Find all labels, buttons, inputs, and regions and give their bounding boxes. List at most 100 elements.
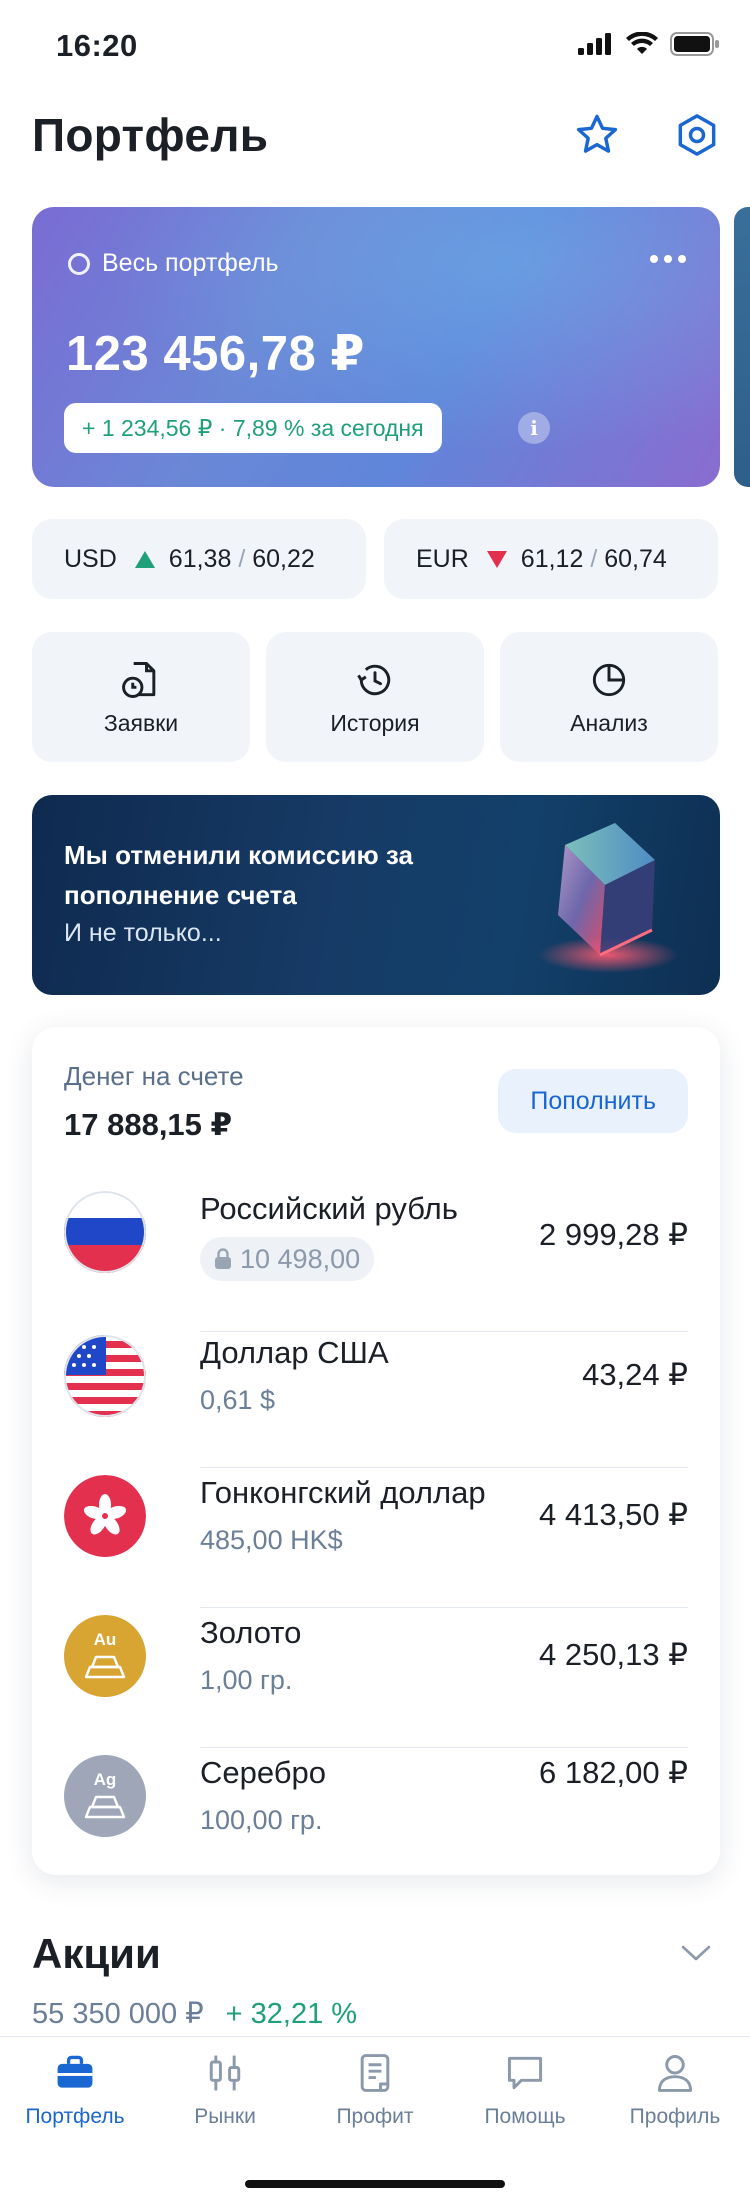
info-icon[interactable]: i <box>518 412 550 444</box>
next-portfolio-card[interactable] <box>734 207 750 487</box>
signal-icon <box>578 33 611 55</box>
currency-name: Золото <box>200 1615 302 1650</box>
fx-chip-eur[interactable]: EUR 61,12 / 60,74 <box>384 519 718 599</box>
usa-flag-icon <box>64 1335 146 1417</box>
blocked-amount: 10 498,00 <box>200 1237 375 1281</box>
tab-profile[interactable]: Профиль <box>600 2051 750 2129</box>
orders-button[interactable]: Заявки <box>32 632 250 762</box>
currency-balance: 100,00 гр. <box>200 1805 323 1835</box>
currency-name: Серебро <box>200 1755 326 1790</box>
promo-title: Мы отменили комиссию за пополнение счета <box>64 840 413 910</box>
currency-row-gold[interactable]: Au Золото 1,00 гр. 4 250,13 ₽ <box>64 1615 688 1748</box>
analysis-button[interactable]: Анализ <box>500 632 718 762</box>
status-time: 16:20 <box>56 28 138 63</box>
currency-row-hkd[interactable]: Гонконгский доллар 485,00 HK$ 4 413,50 ₽ <box>64 1475 688 1608</box>
stocks-summary: 55 350 000 ₽ + 32,21 % <box>32 1996 357 2031</box>
fx-code: USD <box>64 544 117 573</box>
currency-row-silver[interactable]: Ag Серебро 100,00 гр. 6 182,00 ₽ <box>64 1755 688 1855</box>
dot-icon <box>664 255 672 263</box>
currency-row-rub[interactable]: Российский рубль 10 498,00 2 999,28 ₽ <box>64 1191 688 1332</box>
currency-name: Гонконгский доллар <box>200 1475 486 1510</box>
fx-code: EUR <box>416 544 469 573</box>
battery-icon <box>670 32 719 56</box>
person-icon <box>657 2055 693 2092</box>
tab-label: Профит <box>336 2105 414 2128</box>
currency-amount: 43,24 ₽ <box>582 1357 688 1392</box>
divider <box>200 1607 688 1608</box>
promo-subtitle: И не только... <box>64 919 222 947</box>
status-bar: 16:20 <box>0 0 750 90</box>
arrow-up-icon <box>134 550 155 568</box>
dot-icon <box>650 255 658 263</box>
currency-amount: 4 250,13 ₽ <box>538 1637 688 1672</box>
russia-flag-icon <box>64 1191 146 1273</box>
tab-bar: Портфель Рынки Профит Помощь Профиль <box>0 2036 750 2204</box>
stocks-value: 55 350 000 ₽ <box>32 1998 204 2030</box>
tab-portfolio[interactable]: Портфель <box>0 2051 150 2129</box>
gold-bar-icon: Au <box>64 1615 146 1697</box>
svg-text:Ag: Ag <box>94 1770 117 1789</box>
currency-balance: 485,00 HK$ <box>200 1525 343 1555</box>
header: Портфель <box>32 100 722 170</box>
pie-chart-icon <box>592 663 626 696</box>
chat-bubble-icon <box>507 2056 543 2090</box>
divider <box>200 1747 688 1748</box>
favorite-button[interactable] <box>572 110 622 160</box>
glass-cube-illustration <box>538 823 678 973</box>
cash-balance-label: Денег на счете <box>64 1061 244 1091</box>
history-button[interactable]: История <box>266 632 484 762</box>
portfolio-total: 123 456,78 ₽ <box>66 327 365 381</box>
tab-profit[interactable]: Профит <box>300 2051 450 2129</box>
status-icons <box>578 32 720 56</box>
briefcase-icon <box>57 2055 93 2088</box>
divider <box>200 1331 688 1332</box>
currency-amount: 2 999,28 ₽ <box>538 1217 688 1252</box>
currency-name: Доллар США <box>200 1335 389 1370</box>
fx-rates: USD 61,38 / 60,22 EUR 61,12 / 60,74 <box>0 519 750 599</box>
lock-icon <box>215 1248 231 1269</box>
tab-label: Помощь <box>484 2105 566 2128</box>
currency-balance: 1,00 гр. <box>200 1665 293 1695</box>
arrow-down-icon <box>486 550 507 568</box>
history-label: История <box>330 709 420 736</box>
cash-balance-total: 17 888,15 ₽ <box>64 1107 233 1142</box>
settings-button[interactable] <box>672 110 722 160</box>
hexagon-settings-icon <box>678 114 716 156</box>
currency-row-usd[interactable]: Доллар США 0,61 $ 43,24 ₽ <box>64 1335 688 1468</box>
top-up-button[interactable]: Пополнить <box>498 1069 688 1133</box>
tab-help[interactable]: Помощь <box>450 2051 600 2129</box>
more-options-button[interactable] <box>650 255 686 263</box>
chevron-down-icon[interactable] <box>680 1943 712 1963</box>
silver-bar-icon: Ag <box>64 1755 146 1837</box>
tab-label: Профиль <box>629 2105 721 2128</box>
tab-label: Рынки <box>194 2105 256 2128</box>
fx-values: 61,38 / 60,22 <box>168 544 315 573</box>
fx-chip-usd[interactable]: USD 61,38 / 60,22 <box>32 519 366 599</box>
tab-markets[interactable]: Рынки <box>150 2051 300 2129</box>
analysis-label: Анализ <box>570 709 648 736</box>
document-icon <box>360 2054 390 2092</box>
candles-icon <box>209 2055 241 2091</box>
orders-clock-icon <box>122 661 156 698</box>
portfolio-scope-label: Весь портфель <box>102 249 279 277</box>
wifi-icon <box>626 32 658 54</box>
svg-text:Au: Au <box>94 1630 117 1649</box>
currency-amount: 4 413,50 ₽ <box>538 1497 688 1532</box>
radio-icon <box>68 252 90 275</box>
cash-balance-card: Денег на счете 17 888,15 ₽ Пополнить Рос… <box>32 1027 720 1875</box>
currency-balance: 0,61 $ <box>200 1385 276 1415</box>
portfolio-change: + 1 234,56 ₽ · 7,89 % за сегодня <box>64 403 442 453</box>
blocked-amount-value: 10 498,00 <box>240 1243 361 1274</box>
promo-banner[interactable]: Мы отменили комиссию за пополнение счета… <box>32 795 720 995</box>
portfolio-card[interactable]: Весь портфель 123 456,78 ₽ + 1 234,56 ₽ … <box>32 207 720 487</box>
currency-amount: 6 182,00 ₽ <box>538 1755 688 1790</box>
portfolio-scope[interactable]: Весь портфель <box>68 249 279 278</box>
stocks-section-title[interactable]: Акции <box>32 1930 161 1978</box>
home-indicator[interactable] <box>245 2180 505 2188</box>
hong-kong-flag-icon <box>64 1475 146 1557</box>
history-icon <box>357 664 391 695</box>
star-icon <box>576 114 618 153</box>
divider <box>200 1467 688 1468</box>
tab-label: Портфель <box>25 2105 125 2128</box>
orders-label: Заявки <box>103 709 179 736</box>
